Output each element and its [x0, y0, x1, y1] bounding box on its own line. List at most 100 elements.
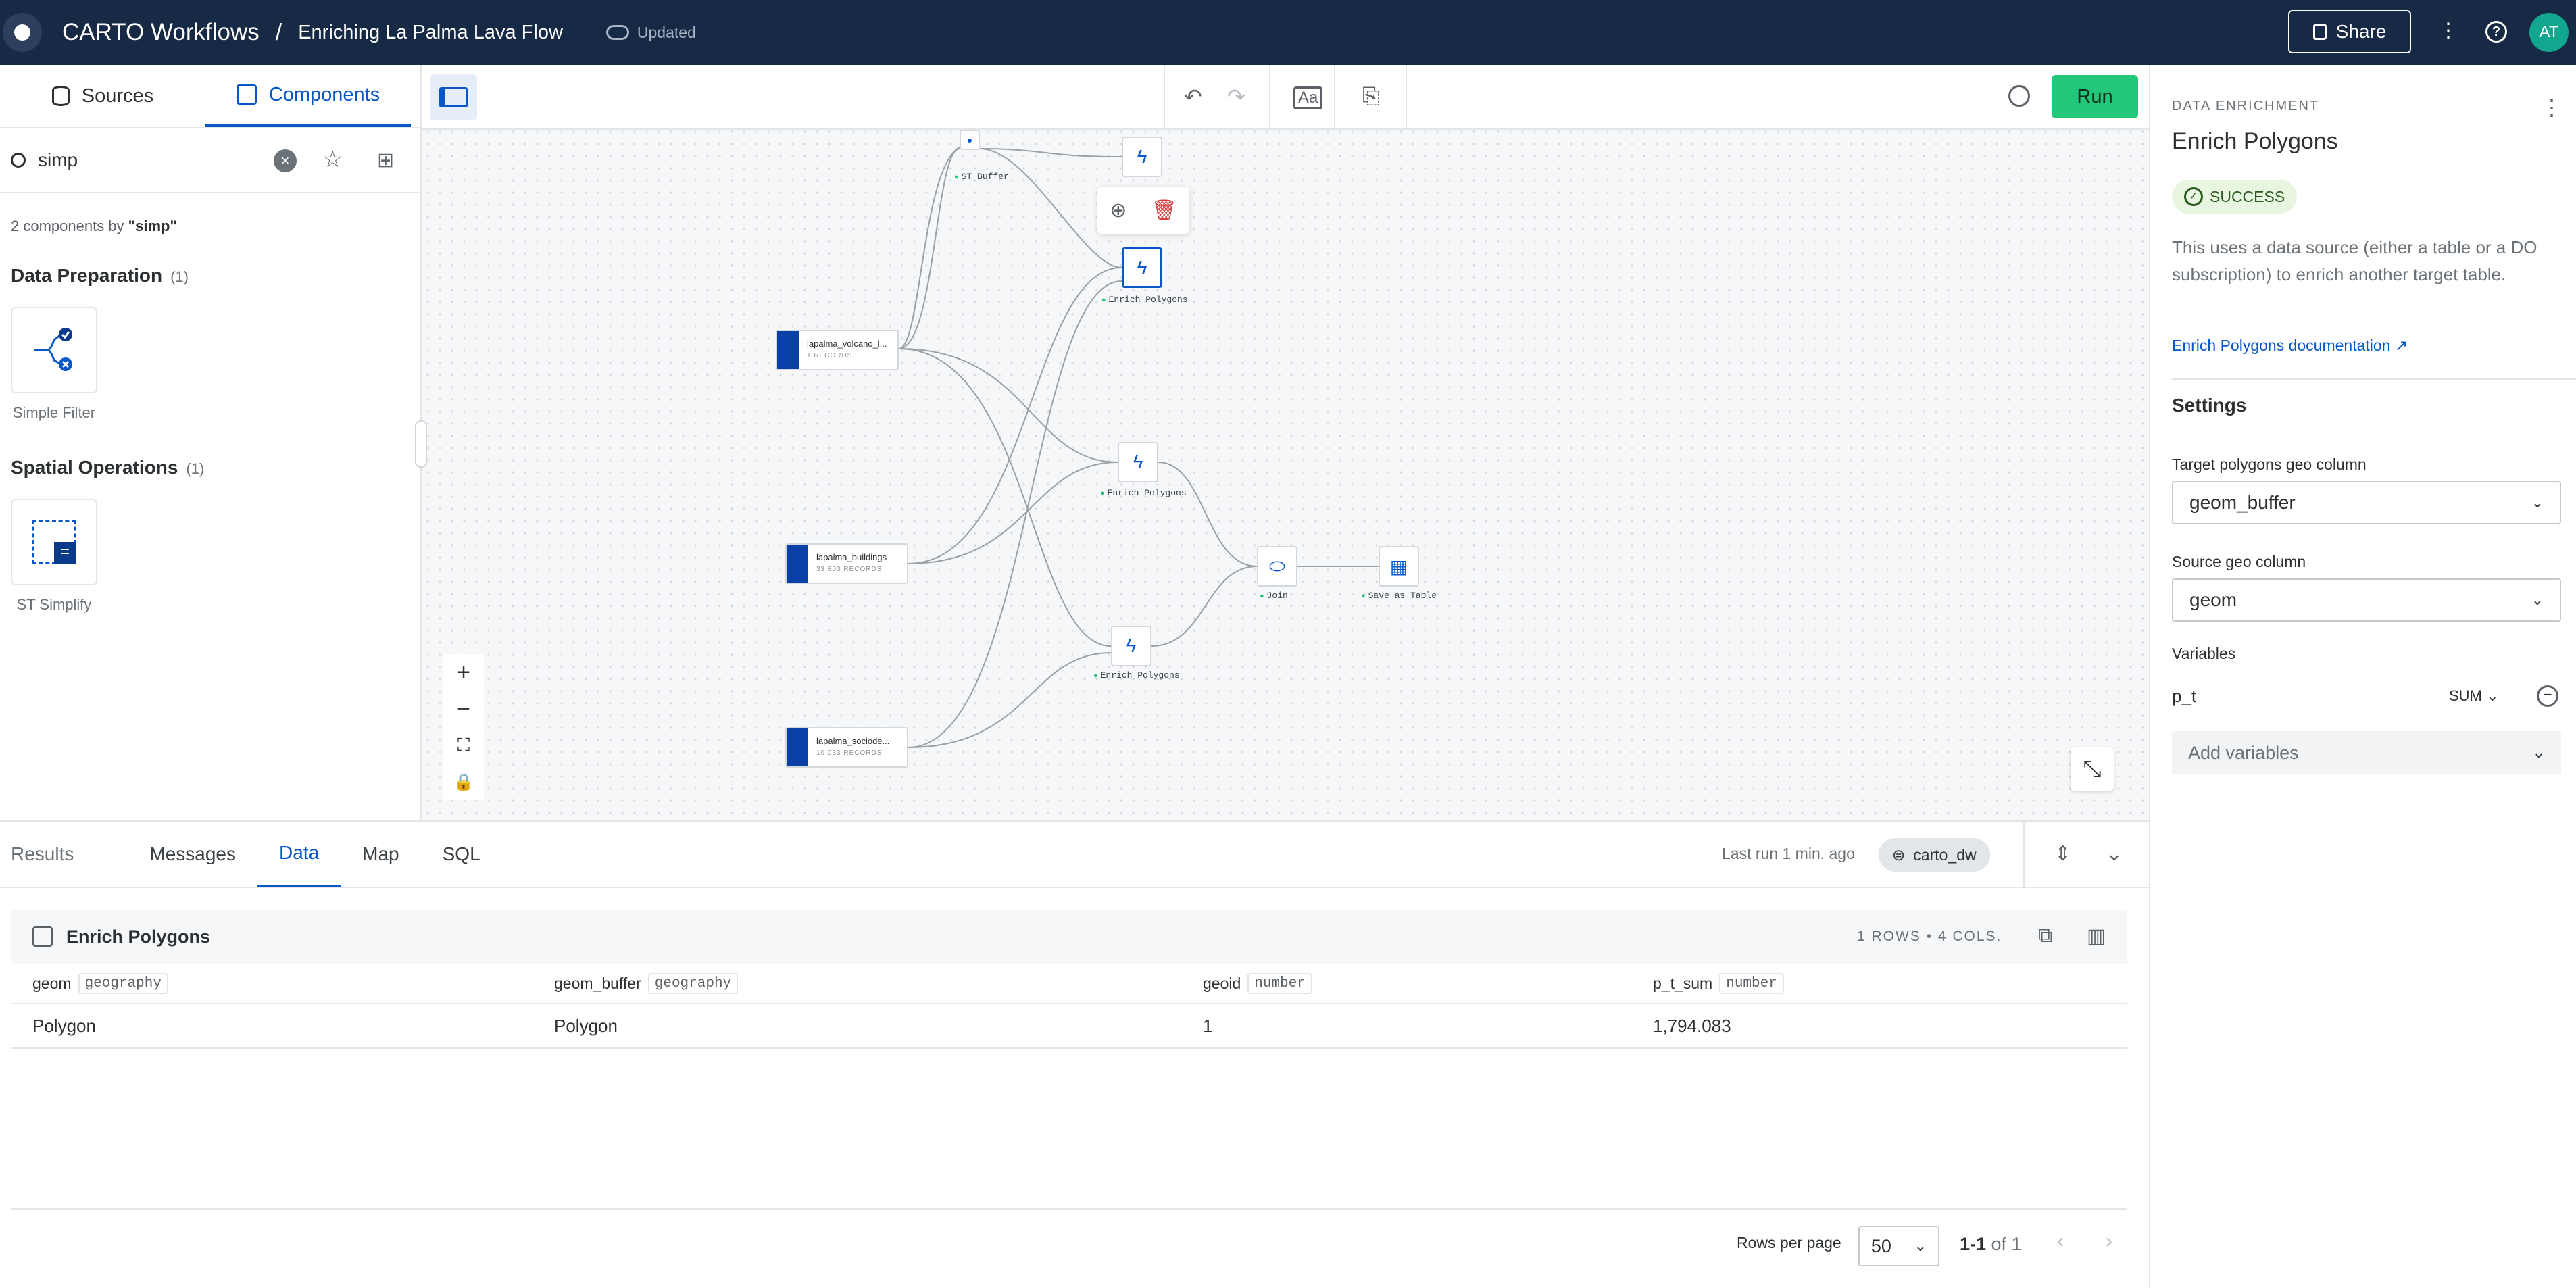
- variables-icon[interactable]: ⎘: [1362, 84, 1380, 109]
- node-actions-menu: ⊕ 🗑: [1097, 187, 1189, 234]
- node-save-as-table[interactable]: ▦: [1379, 546, 1419, 587]
- component-card-simple-filter[interactable]: [11, 307, 97, 393]
- result-count: 2 components by "simp": [11, 218, 420, 235]
- documentation-link[interactable]: Enrich Polygons documentation ↗: [2172, 337, 2408, 355]
- components-panel: Sources Components × ☆ ⊞ 2 components by…: [0, 65, 422, 820]
- share-button[interactable]: Share: [2288, 10, 2411, 53]
- node-enrich-polygons-middle[interactable]: ϟ: [1118, 442, 1158, 482]
- source-column-label: Source geo column: [2172, 553, 2306, 570]
- table-cell: Polygon: [554, 1015, 618, 1036]
- source-table-icon: [787, 545, 808, 583]
- table-cell: Polygon: [32, 1015, 96, 1036]
- app-title[interactable]: CARTO Workflows: [62, 19, 259, 46]
- results-tabs: Results Messages Data Map SQL Last run 1…: [0, 822, 2149, 888]
- source-node-text: lapalma_volcano_l... 1 RECORDS: [799, 331, 895, 369]
- workflow-canvas[interactable]: ↶ ↷ Aa ⎘ Run ● ST Buffer ϟ ⊕ 🗑 ϟ Enrich …: [422, 65, 2149, 820]
- page-range-total: of 1: [1986, 1234, 2022, 1254]
- text-annotation-icon[interactable]: Aa: [1293, 86, 1323, 109]
- rows-per-page-select[interactable]: 50 ⌄: [1858, 1226, 1939, 1266]
- panel-resize-handle[interactable]: [415, 420, 427, 468]
- node-join[interactable]: ⬭: [1257, 546, 1297, 587]
- node-label: Enrich Polygons: [1093, 670, 1180, 680]
- tree-view-icon[interactable]: ⊞: [377, 149, 394, 172]
- settings-heading: Settings: [2172, 395, 2247, 416]
- search-icon: [11, 153, 26, 168]
- resize-panel-icon[interactable]: ⇕: [2054, 842, 2071, 866]
- redo-icon[interactable]: ↷: [1227, 84, 1245, 109]
- schedule-icon[interactable]: [2008, 85, 2030, 107]
- carto-logo[interactable]: [3, 13, 42, 52]
- tab-results[interactable]: Results: [0, 821, 95, 887]
- table-cell: 1,794.083: [1653, 1015, 1731, 1036]
- page-range-current: 1-1: [1960, 1234, 1987, 1254]
- chevron-down-icon: ⌄: [2532, 744, 2545, 761]
- target-column-select[interactable]: geom_buffer ⌄: [2172, 481, 2561, 524]
- clear-search-icon[interactable]: ×: [274, 149, 297, 172]
- expand-canvas-button[interactable]: ⤡: [2071, 747, 2114, 791]
- node-enrich-polygons-bottom[interactable]: ϟ: [1111, 626, 1151, 666]
- breadcrumb-separator: /: [275, 19, 282, 45]
- add-variables-select[interactable]: Add variables ⌄: [2172, 731, 2561, 774]
- chevron-down-icon: ⌄: [2531, 591, 2544, 608]
- node-st-buffer[interactable]: ●: [960, 130, 980, 150]
- simple-filter-icon: [34, 328, 72, 371]
- copy-icon[interactable]: ⧉: [2038, 924, 2052, 947]
- tab-sources[interactable]: Sources: [0, 65, 205, 127]
- column-header[interactable]: geoid number: [1203, 972, 1312, 994]
- next-page-icon[interactable]: ›: [2106, 1230, 2112, 1253]
- workflow-title[interactable]: Enriching La Palma Lava Flow: [298, 22, 563, 44]
- node-enrich-polygons-top[interactable]: ϟ: [1122, 137, 1162, 177]
- source-column-select[interactable]: geom ⌄: [2172, 578, 2561, 622]
- chevron-down-icon[interactable]: ⌄: [2106, 842, 2123, 866]
- star-icon[interactable]: ☆: [322, 146, 343, 173]
- tab-components[interactable]: Components: [205, 65, 411, 127]
- component-description: This uses a data source (either a table …: [2172, 237, 2537, 284]
- zoom-out-button[interactable]: −: [443, 691, 484, 727]
- tab-messages[interactable]: Messages: [95, 821, 257, 887]
- table-column-headers: geom geography geom_buffer geography geoid…: [11, 964, 2127, 1004]
- component-card-st-simplify[interactable]: [11, 499, 97, 585]
- column-type: number: [1247, 972, 1312, 994]
- st-simplify-icon: [32, 520, 76, 564]
- toolbar-divider: [1406, 65, 1407, 130]
- undo-icon[interactable]: ↶: [1184, 84, 1202, 109]
- source-node-sociodemographics[interactable]: lapalma_sociode... 10,033 RECORDS: [785, 727, 908, 768]
- source-node-volcano[interactable]: lapalma_volcano_l... 1 RECORDS: [776, 330, 899, 370]
- column-header[interactable]: geom_buffer geography: [554, 972, 739, 994]
- zoom-in-button[interactable]: +: [443, 654, 484, 691]
- tab-data[interactable]: Data: [257, 821, 341, 887]
- node-enrich-polygons-selected[interactable]: ϟ: [1122, 247, 1162, 288]
- connection-chip[interactable]: ⊜ carto_dw: [1879, 838, 1990, 872]
- remove-variable-icon[interactable]: −: [2537, 685, 2558, 707]
- search-input[interactable]: [38, 149, 268, 171]
- status-text: SUCCESS: [2210, 187, 2285, 205]
- delete-node-icon[interactable]: 🗑: [1151, 199, 1177, 222]
- source-name: lapalma_sociode...: [816, 736, 890, 746]
- more-options-icon[interactable]: ⋮: [2541, 95, 2562, 120]
- source-name: lapalma_buildings: [816, 552, 887, 562]
- more-options-icon[interactable]: ⋮: [2438, 19, 2458, 43]
- aggregation-select[interactable]: SUM ⌄: [2449, 687, 2498, 705]
- help-icon[interactable]: ?: [2485, 21, 2507, 43]
- source-node-buildings[interactable]: lapalma_buildings 33,803 RECORDS: [785, 543, 908, 584]
- previous-page-icon[interactable]: ‹: [2057, 1230, 2064, 1253]
- duplicate-node-icon[interactable]: ⊕: [1110, 199, 1126, 222]
- column-header[interactable]: p_t_sum number: [1653, 972, 1784, 994]
- tab-map[interactable]: Map: [341, 821, 420, 887]
- external-link-icon: ↗: [2394, 337, 2408, 354]
- avatar[interactable]: AT: [2529, 13, 2569, 52]
- documentation-link-text: Enrich Polygons documentation: [2172, 337, 2391, 354]
- table-row[interactable]: Polygon Polygon 1 1,794.083: [11, 1004, 2127, 1049]
- search-bar: × ☆ ⊞: [0, 128, 420, 193]
- column-header[interactable]: geom geography: [32, 972, 168, 994]
- section-title: Data Preparation: [11, 265, 163, 286]
- toolbar-divider: [1269, 65, 1270, 130]
- tab-sql[interactable]: SQL: [421, 821, 502, 887]
- section-data-preparation: Data Preparation (1): [11, 265, 420, 287]
- run-button[interactable]: Run: [2052, 75, 2138, 118]
- fit-view-button[interactable]: ⛶: [443, 727, 484, 764]
- chart-icon[interactable]: ▥: [2087, 924, 2106, 948]
- lock-canvas-button[interactable]: 🔒: [443, 764, 484, 800]
- check-icon: ✓: [2184, 187, 2203, 206]
- toggle-left-panel-button[interactable]: [430, 74, 477, 120]
